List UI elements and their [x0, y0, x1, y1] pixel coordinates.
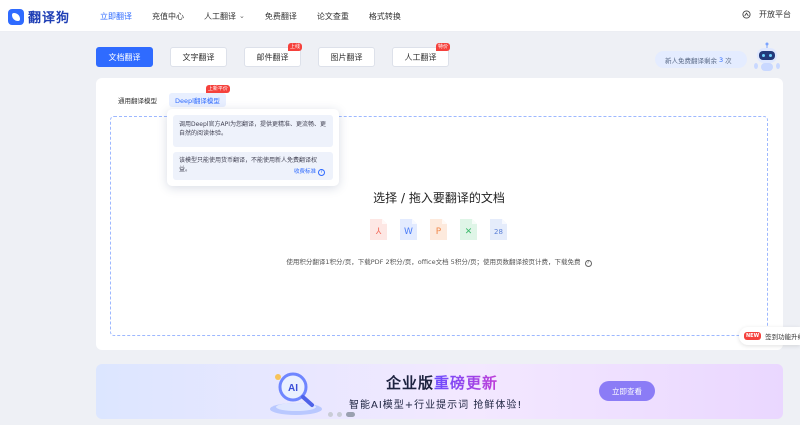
pdf-icon: ⅄ — [370, 219, 387, 240]
tab-deepl-model[interactable]: Deepl翻译模型 上新平价 — [169, 85, 230, 107]
pricing-note: 使用积分翻译1积分/页，下载PDF 2积分/页，office文档 5积分/页；使… — [111, 256, 767, 267]
pricing-standard-link[interactable]: 收费标准? — [294, 168, 325, 177]
tab-general-model[interactable]: 通用翻译模型 — [112, 93, 163, 107]
free-quota-count: 3 — [719, 55, 724, 64]
enterprise-banner[interactable]: AI 企业版重磅更新 智能AI模型+行业提示词 抢鲜体验! 立即查看 — [96, 364, 783, 419]
nav-item-format-convert[interactable]: 格式转换 — [369, 11, 401, 22]
svg-text:P: P — [436, 227, 442, 237]
help-icon[interactable]: ? — [584, 260, 592, 267]
tab-image-translation[interactable]: 图片翻译 — [318, 47, 375, 67]
svg-text:⅄: ⅄ — [375, 227, 382, 237]
ppt-icon: P — [430, 219, 447, 240]
chevron-down-icon: ⌄ — [239, 12, 245, 20]
dropzone-title: 选择 / 拖入要翻译的文档 — [373, 191, 505, 205]
nav-item-free-translation[interactable]: 免费翻译 — [265, 11, 297, 22]
supported-file-types: ⅄ W P ✕ 28 — [369, 218, 519, 241]
robot-mascot-icon[interactable] — [752, 42, 782, 74]
nav-menu: 立即翻译 充值中心 人工翻译 ⌄ 免费翻译 论文查重 格式转换 — [100, 0, 421, 32]
top-nav: 翻译狗 立即翻译 充值中心 人工翻译 ⌄ 免费翻译 论文查重 格式转换 开放平台 — [0, 0, 800, 32]
tab-human-translation[interactable]: 人工翻译 特价 — [392, 43, 450, 67]
deepl-model-tooltip: 调用Deepl官方API为您翻译，提供更精准、更流畅、更自然的阅读体验。 该模型… — [167, 109, 339, 186]
carousel-dot[interactable] — [337, 412, 342, 417]
carousel-dot-active[interactable] — [346, 412, 355, 417]
svg-text:W: W — [404, 227, 413, 237]
nav-item-human-translation[interactable]: 人工翻译 ⌄ — [204, 11, 245, 22]
ai-magnifier-icon: AI — [270, 372, 322, 415]
excel-icon: ✕ — [460, 219, 477, 240]
app-logo[interactable]: 翻译狗 — [8, 7, 70, 26]
tab-text-translation[interactable]: 文字翻译 — [170, 47, 227, 67]
new-badge: 上线 — [287, 43, 302, 51]
view-now-button[interactable]: 立即查看 — [599, 381, 655, 401]
banner-subtitle: 智能AI模型+行业提示词 抢鲜体验! — [349, 400, 523, 411]
open-platform-icon — [742, 10, 751, 19]
free-quota-pill[interactable]: 新人免费翻译剩余 3 次 — [655, 51, 747, 68]
function-tabs: 文档翻译 文字翻译 邮件翻译 上线 图片翻译 人工翻译 特价 — [96, 43, 466, 67]
logo-icon — [8, 8, 24, 25]
new-affordable-badge: 上新平价 — [205, 85, 230, 93]
nav-item-plagiarism-check[interactable]: 论文查重 — [317, 11, 349, 22]
carousel-dot[interactable] — [328, 412, 333, 417]
nav-item-recharge[interactable]: 充值中心 — [152, 11, 184, 22]
svg-text:AI: AI — [288, 383, 298, 394]
open-platform-link[interactable]: 开放平台 — [742, 9, 800, 20]
question-icon: ? — [318, 169, 325, 176]
tooltip-restriction: 该模型只能使用货币翻译，不能使用新人免费翻译权益。 收费标准? — [173, 152, 333, 180]
svg-text:28: 28 — [494, 228, 503, 236]
multilang-icon: 28 — [490, 219, 507, 240]
tab-document-translation[interactable]: 文档翻译 — [96, 47, 153, 67]
open-platform-label: 开放平台 — [759, 10, 791, 19]
word-icon: W — [400, 219, 417, 240]
checkin-upgrade-float[interactable]: NEW 签到功能升级 — [739, 327, 800, 345]
new-badge: NEW — [744, 332, 762, 340]
svg-text:✕: ✕ — [465, 227, 473, 237]
tooltip-description: 调用Deepl官方API为您翻译，提供更精准、更流畅、更自然的阅读体验。 — [173, 115, 333, 147]
carousel-dots — [328, 412, 359, 417]
model-tabs: 通用翻译模型 Deepl翻译模型 上新平价 — [112, 85, 232, 107]
discount-badge: 特价 — [435, 43, 450, 51]
tab-email-translation[interactable]: 邮件翻译 上线 — [244, 43, 302, 67]
free-quota-unit: 次 — [725, 56, 732, 65]
nav-item-translate-now[interactable]: 立即翻译 — [100, 11, 132, 22]
banner-title: 企业版重磅更新 — [386, 374, 499, 392]
free-quota-label: 新人免费翻译剩余 — [665, 56, 717, 65]
logo-text: 翻译狗 — [28, 11, 71, 26]
checkin-upgrade-label: 签到功能升级 — [765, 333, 800, 341]
